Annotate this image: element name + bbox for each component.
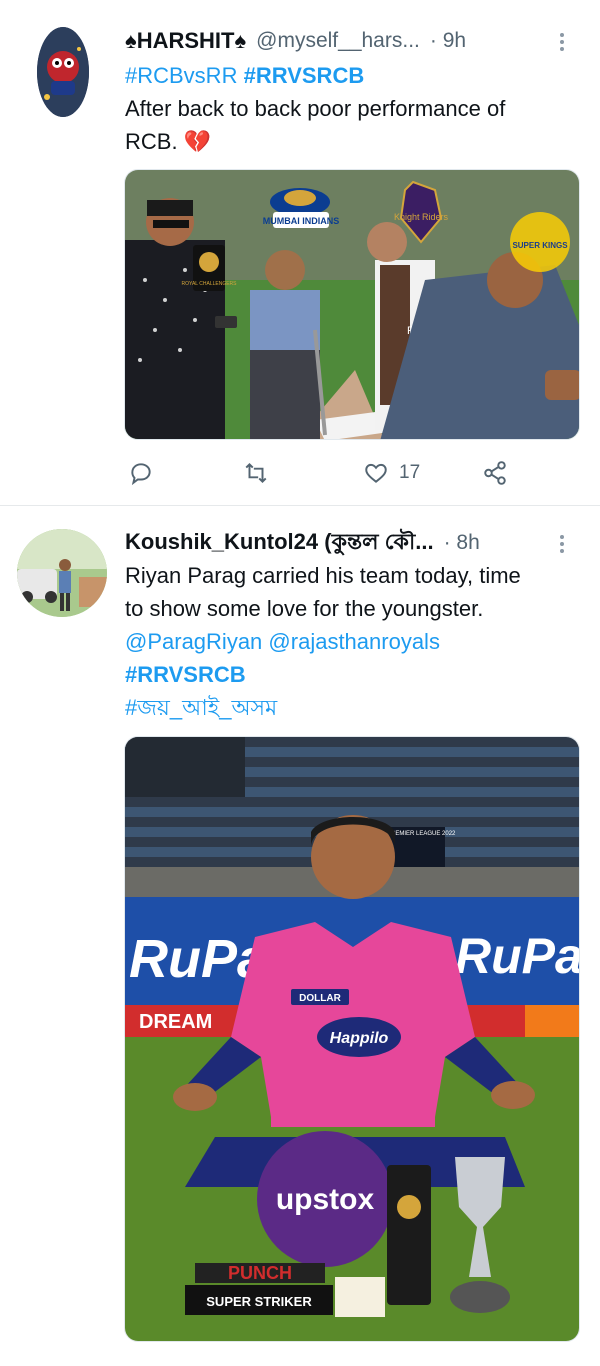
rcb-label: ROYAL CHALLENGERS <box>181 281 237 287</box>
tweet-timestamp[interactable]: · 8h <box>444 531 480 555</box>
hashtag-link[interactable]: #RRVSRCB <box>244 63 365 88</box>
user-handle[interactable]: @myself__hars... <box>256 29 420 53</box>
super-striker-label: SUPER STRIKER <box>206 1294 312 1309</box>
tweet-card[interactable]: ♠HARSHIT♠ @myself__hars... · 9h #RCBvsRR… <box>0 0 600 506</box>
reply-button[interactable] <box>128 455 154 491</box>
mention-link[interactable]: @ParagRiyan <box>125 629 262 654</box>
kkr-label: Knight Riders <box>394 212 449 222</box>
mention-link[interactable]: @rajasthanroyals <box>268 629 440 654</box>
share-icon <box>484 461 506 485</box>
tweet-text-line: After back to back poor performance of <box>125 96 506 121</box>
jersey-top-sponsor: DOLLAR <box>299 993 341 1004</box>
display-name[interactable]: ♠HARSHIT♠ <box>125 28 246 54</box>
hashtag-link[interactable]: #জয়_আই_অসম <box>125 695 277 720</box>
avatar[interactable] <box>37 27 89 117</box>
like-count: 17 <box>399 462 421 483</box>
dream-board: DREAM <box>139 1011 212 1033</box>
upstox-label: upstox <box>276 1183 375 1216</box>
like-button[interactable]: 17 <box>363 455 420 491</box>
tweet-media-image[interactable]: PREMIER LEAGUE 2022 RuPay RuPay DREAM DO… <box>124 736 580 1342</box>
tweet-text-line: to show some love for the youngster. <box>125 596 484 621</box>
more-options-icon[interactable] <box>554 30 570 60</box>
tweet-text-line: RCB. 💔 <box>125 129 212 154</box>
share-button[interactable] <box>482 455 508 491</box>
retweet-icon <box>245 462 267 484</box>
tweet-timestamp[interactable]: · 9h <box>430 29 466 53</box>
hashtag-link[interactable]: #RCBvsRR <box>125 63 237 88</box>
tweet-media-image[interactable]: ROYAL CHALLENGERS MUMBAI INDIANS Knight … <box>124 169 580 440</box>
display-name[interactable]: Koushik_Kuntol24 (কুন্তল কৌ... <box>125 525 434 562</box>
retweet-button[interactable] <box>243 455 269 491</box>
rupay-board-2: RuPay <box>455 928 580 984</box>
jersey-sponsor: Happilo <box>330 1030 389 1047</box>
punch-label: PUNCH <box>228 1263 292 1283</box>
tweet-header: ♠HARSHIT♠ @myself__hars... · 9h <box>125 26 580 56</box>
csk-logo: SUPER KINGS <box>510 212 570 272</box>
tweet-text-line: Riyan Parag carried his team today, time <box>125 563 521 588</box>
tweet-text: #RCBvsRR #RRVSRCB After back to back poo… <box>125 59 580 158</box>
tweet-action-bar: 17 <box>128 455 518 491</box>
mi-label: MUMBAI INDIANS <box>263 216 340 226</box>
reply-icon <box>131 463 151 486</box>
tweet-header: Koushik_Kuntol24 (কুন্তল কৌ... · 8h <box>125 528 580 558</box>
hashtag-link[interactable]: #RRVSRCB <box>125 662 246 687</box>
csk-label: SUPER KINGS <box>512 241 568 250</box>
heart-icon <box>365 463 387 483</box>
tweet-text: Riyan Parag carried his team today, time… <box>125 559 580 724</box>
ipl-board-label: PREMIER LEAGUE 2022 <box>387 831 456 837</box>
avatar[interactable] <box>17 529 107 617</box>
more-options-icon[interactable] <box>554 532 570 562</box>
tweet-card[interactable]: Koushik_Kuntol24 (কুন্তল কৌ... · 8h Riya… <box>0 507 600 1366</box>
